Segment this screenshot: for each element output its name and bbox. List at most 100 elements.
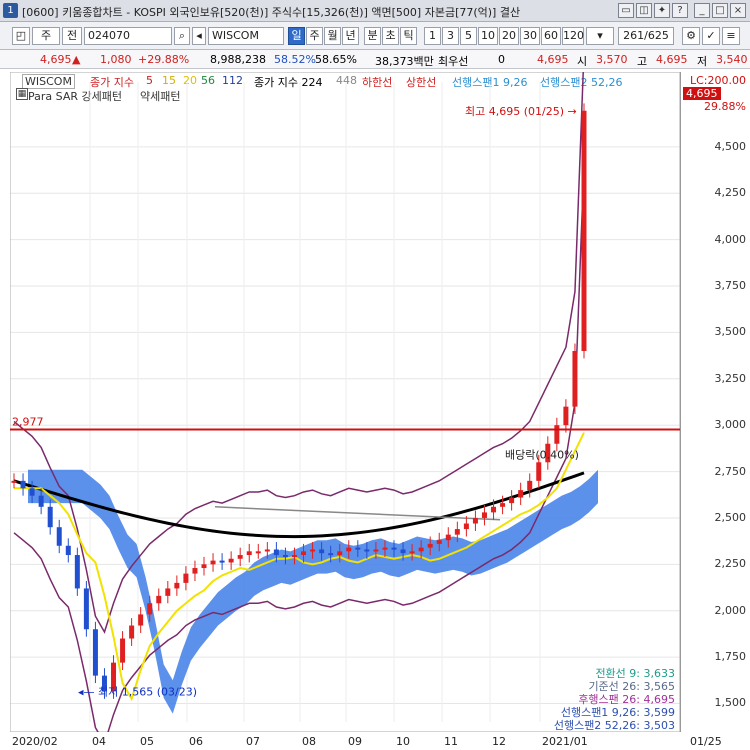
minute-20[interactable]: 20 (499, 27, 519, 45)
candle-body (382, 547, 388, 550)
prev-button[interactable]: 전 (62, 27, 82, 45)
high-price: 4,695 (656, 53, 688, 66)
candle-body (83, 588, 89, 630)
period-year[interactable]: 년 (342, 27, 359, 45)
candle-body (11, 480, 17, 483)
minute-60[interactable]: 60 (541, 27, 561, 45)
y-tick-label: 4,500 (714, 139, 747, 153)
quote-bar: 4,695 ▲ 1,080 +29.88% 8,988,238 58.52% 5… (0, 50, 750, 69)
app-icon: 1 (3, 3, 18, 18)
high-annotation: 최고 4,695 (01/25) → (465, 105, 577, 118)
y-tick-label: 4,250 (714, 186, 747, 200)
period-day[interactable]: 일 (288, 27, 305, 45)
chart-svg[interactable]: 2,977 최고 4,695 (01/25) → ◂— 최저 1,565 (03/2… (10, 72, 680, 732)
ratio-1: 58.52% (274, 53, 316, 66)
tool-icon-1[interactable]: ⚙ (682, 27, 700, 45)
up-arrow-icon: ▲ (72, 53, 81, 66)
close-icon[interactable]: × (730, 3, 746, 18)
candle-body (183, 573, 189, 583)
candle-body (38, 495, 44, 507)
period-second[interactable]: 초 (382, 27, 399, 45)
candle-body (273, 549, 279, 556)
current-price: 4,695 (40, 53, 72, 66)
x-tick-label: 11 (444, 735, 458, 748)
help-icon[interactable]: ? (672, 3, 688, 18)
candle-body (165, 588, 171, 596)
window-title: [0600] 키움종합차트 - KOSPI 외국인보유[520(천)] 주식수[… (22, 6, 521, 19)
split-icon[interactable]: ◫ (636, 3, 652, 18)
low-price: 3,540 (716, 53, 748, 66)
type-select[interactable]: 주 (32, 27, 60, 45)
y-tick-label: 1,500 (714, 696, 747, 710)
candle-body (255, 551, 261, 554)
code-input[interactable]: 024070 (84, 27, 172, 45)
candle-body (364, 549, 370, 552)
layout-icon[interactable]: ◰ (12, 27, 30, 45)
trade-amount: 38,373백만 (375, 55, 434, 68)
candle-body (373, 549, 379, 552)
x-tick-label: 2020/02 (12, 735, 58, 748)
period-week[interactable]: 주 (306, 27, 323, 45)
stock-name: WISCOM (208, 27, 284, 45)
candle-body (346, 547, 352, 552)
tool-icon-2[interactable]: ✓ (702, 27, 720, 45)
candle-body (92, 629, 98, 676)
period-month[interactable]: 월 (324, 27, 341, 45)
x-tick-label: 12 (492, 735, 506, 748)
pref-label: 최우선 (438, 55, 469, 68)
y-tick-label: 3,000 (714, 418, 747, 432)
candle-body (481, 512, 487, 518)
candle-body (554, 425, 560, 444)
price-chart[interactable]: 2,977 최고 4,695 (01/25) → ◂— 최저 1,565 (03/2… (10, 72, 680, 732)
x-tick-label: 2021/01 (542, 735, 588, 748)
candle-body (65, 545, 71, 556)
restore-icon[interactable]: ▭ (618, 3, 634, 18)
candle-body (147, 603, 153, 615)
open-label: 시 (577, 55, 588, 68)
minimize-icon[interactable]: _ (694, 3, 710, 18)
toolbar: ◰ 주 전 024070 ⌕ ◂ WISCOM 일 주 월 년 분 초 틱 1 … (0, 22, 750, 50)
candle-body (500, 503, 506, 507)
last-price: 4,695 (537, 53, 569, 66)
candle-body (436, 540, 442, 544)
candle-body (491, 506, 497, 513)
y-tick-label: 3,250 (714, 371, 747, 385)
minute-1[interactable]: 1 (424, 27, 441, 45)
y-tick-label: 2,750 (714, 464, 747, 478)
speaker-icon[interactable]: ◂ (192, 27, 206, 45)
candle-body (536, 462, 542, 481)
minute-10[interactable]: 10 (478, 27, 498, 45)
candle-body (572, 350, 578, 407)
x-tick-label: 06 (189, 735, 203, 748)
candle-body (581, 110, 587, 351)
y-tick-label: 2,000 (714, 603, 747, 617)
period-minute[interactable]: 분 (364, 27, 381, 45)
candle-body (56, 527, 62, 546)
bollinger-lower (13, 162, 585, 732)
candle-body (472, 517, 478, 524)
candle-body (129, 625, 135, 639)
period-tick[interactable]: 틱 (400, 27, 417, 45)
interval-dropdown[interactable]: ▾ (586, 27, 614, 45)
resistance-label: 2,977 (12, 415, 44, 428)
minute-5[interactable]: 5 (460, 27, 477, 45)
minute-120[interactable]: 120 (562, 27, 584, 45)
candle-body (527, 480, 533, 491)
lc-label: LC:200.00 (689, 74, 746, 87)
candle-body (391, 547, 397, 550)
maximize-icon[interactable]: □ (712, 3, 728, 18)
minute-3[interactable]: 3 (442, 27, 459, 45)
y-tick-label: 4,000 (714, 232, 747, 246)
tool-icon-3[interactable]: ≡ (722, 27, 740, 45)
minute-30[interactable]: 30 (520, 27, 540, 45)
candle-body (29, 488, 35, 496)
candle-body (120, 638, 126, 663)
search-icon[interactable]: ⌕ (174, 27, 190, 45)
candle-body (518, 490, 524, 498)
candle-body (400, 549, 406, 554)
candle-body (219, 560, 225, 563)
candle-body (264, 549, 270, 552)
candle-body (210, 560, 216, 565)
pin-icon[interactable]: ✦ (654, 3, 670, 18)
change-percent: +29.88% (138, 53, 190, 66)
